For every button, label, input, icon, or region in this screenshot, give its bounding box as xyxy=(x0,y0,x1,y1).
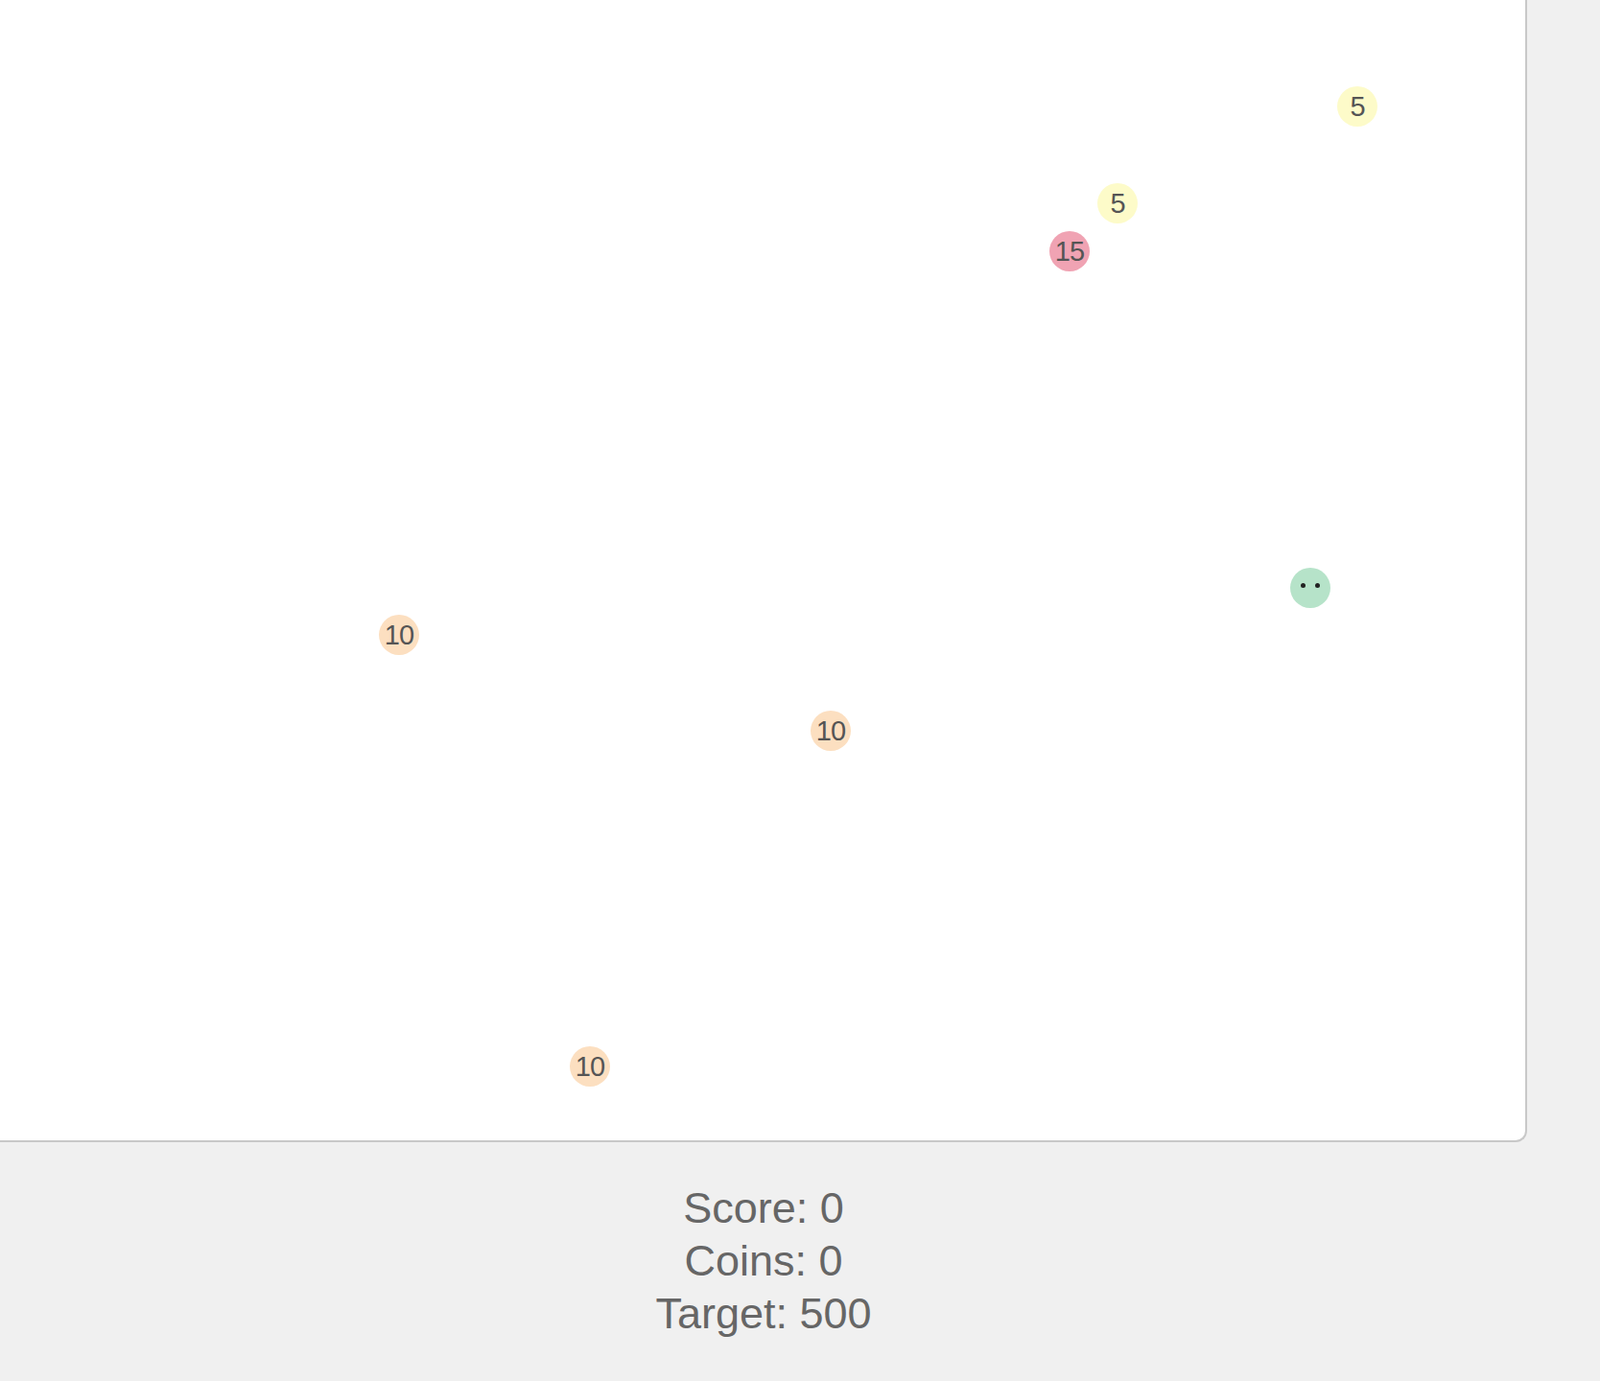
coin-value: 15 xyxy=(1055,237,1084,266)
stat-line: Target: 500 xyxy=(655,1287,871,1341)
game-board[interactable]: 5 5 15 10 10 10 xyxy=(0,0,1528,1143)
stat-line: Score: 0 xyxy=(682,1181,845,1235)
coin: 10 xyxy=(569,1046,611,1087)
coin-value: 10 xyxy=(816,717,846,746)
coin: 10 xyxy=(378,614,420,656)
player xyxy=(1290,567,1331,609)
coin: 5 xyxy=(1097,183,1138,224)
eye-icon xyxy=(1315,583,1320,589)
coin-value: 10 xyxy=(384,621,414,650)
coin-value: 5 xyxy=(1109,189,1125,218)
coin: 10 xyxy=(810,710,851,752)
coin: 5 xyxy=(1337,86,1378,127)
stats-panel: Score: 0Coins: 0Target: 500 xyxy=(0,1142,1528,1341)
eye-icon xyxy=(1300,583,1306,589)
coin: 15 xyxy=(1049,231,1090,272)
stat-line: Coins: 0 xyxy=(683,1234,843,1288)
coin-value: 5 xyxy=(1349,93,1365,121)
coin-value: 10 xyxy=(575,1053,605,1082)
